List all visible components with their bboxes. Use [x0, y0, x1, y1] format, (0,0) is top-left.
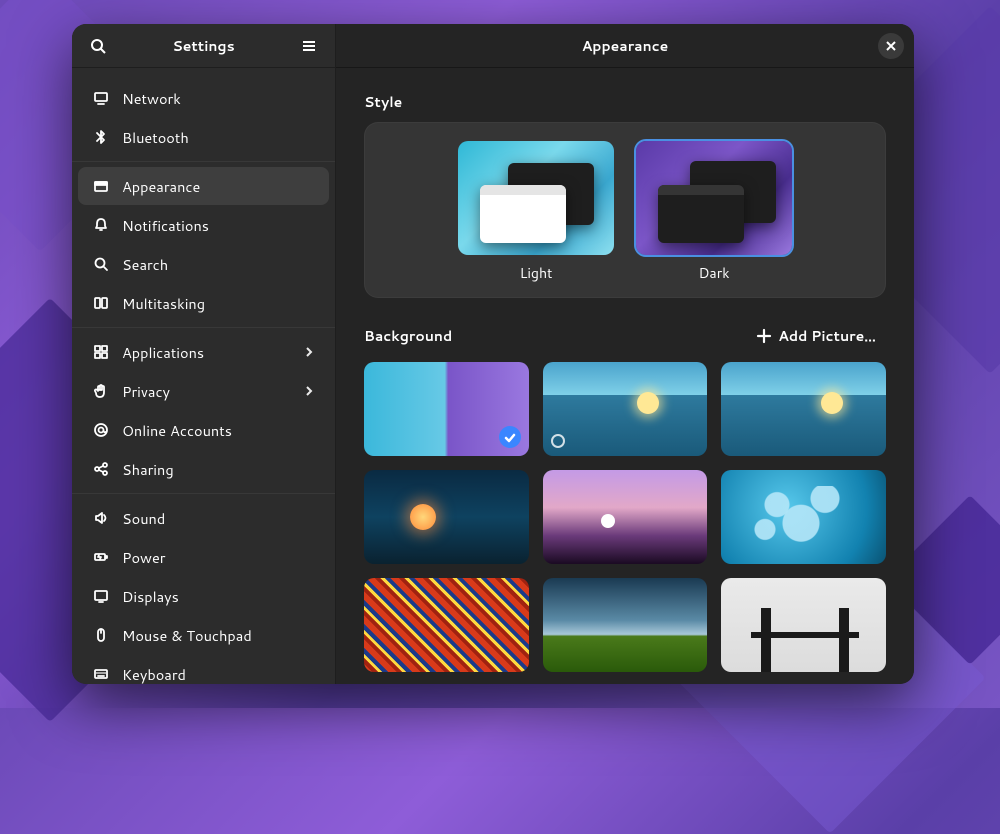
background-thumb-bg7[interactable] — [364, 578, 529, 672]
sidebar-item-sharing[interactable]: Sharing — [78, 450, 329, 488]
mouse-icon — [92, 627, 110, 643]
sidebar-item-label: Bluetooth — [122, 127, 315, 148]
check-icon — [503, 431, 517, 445]
sidebar-item-online[interactable]: Online Accounts — [78, 411, 329, 449]
sidebar: Settings Network Bluetooth Appearance Notif… — [72, 24, 336, 684]
style-option-dark[interactable]: Dark — [636, 141, 792, 283]
battery-icon — [92, 549, 110, 565]
sidebar-item-displays[interactable]: Displays — [78, 577, 329, 615]
background-header: Background Add Picture… — [364, 320, 886, 352]
plus-icon — [756, 328, 772, 344]
keyboard-icon — [92, 666, 110, 682]
background-thumb-bg1[interactable] — [364, 362, 529, 456]
background-thumb-bg9[interactable] — [721, 578, 886, 672]
sidebar-item-label: Appearance — [122, 176, 315, 197]
sidebar-item-label: Sharing — [122, 459, 315, 480]
bluetooth-icon — [92, 129, 110, 145]
sidebar-item-label: Displays — [122, 586, 315, 607]
sidebar-item-appearance[interactable]: Appearance — [78, 167, 329, 205]
bell-icon — [92, 217, 110, 233]
sidebar-item-label: Mouse & Touchpad — [122, 625, 315, 646]
style-option-light[interactable]: Light — [458, 141, 614, 283]
day-night-indicator-icon — [551, 434, 565, 448]
sidebar-item-keyboard[interactable]: Keyboard — [78, 655, 329, 684]
sidebar-item-label: Power — [122, 547, 315, 568]
grid-icon — [92, 344, 110, 360]
style-option-label: Light — [520, 263, 553, 283]
background-thumb-bg6[interactable] — [721, 470, 886, 564]
sidebar-item-label: Online Accounts — [122, 420, 315, 441]
hand-icon — [92, 383, 110, 399]
chevron-right-icon — [303, 385, 315, 397]
sidebar-item-multitasking[interactable]: Multitasking — [78, 284, 329, 322]
sidebar-item-label: Search — [122, 254, 315, 275]
sidebar-item-notifications[interactable]: Notifications — [78, 206, 329, 244]
add-picture-button[interactable]: Add Picture… — [746, 320, 886, 352]
background-grid — [364, 362, 886, 672]
sidebar-item-label: Notifications — [122, 215, 315, 236]
search-icon — [90, 38, 106, 54]
menu-button[interactable] — [295, 32, 323, 60]
sidebar-item-label: Multitasking — [122, 293, 315, 314]
sidebar-item-search[interactable]: Search — [78, 245, 329, 283]
main-pane: Appearance Style Light Dark Background Ad… — [336, 24, 914, 684]
monitor-icon — [92, 90, 110, 106]
main-body: Style Light Dark Background Add Picture… — [336, 68, 914, 684]
sidebar-item-privacy[interactable]: Privacy — [78, 372, 329, 410]
sidebar-title: Settings — [172, 36, 234, 56]
sidebar-item-bluetooth[interactable]: Bluetooth — [78, 118, 329, 156]
background-thumb-bg5[interactable] — [543, 470, 708, 564]
sidebar-header: Settings — [72, 24, 335, 68]
background-thumb-bg4[interactable] — [364, 470, 529, 564]
sidebar-item-label: Keyboard — [122, 664, 315, 685]
share-icon — [92, 461, 110, 477]
sidebar-item-label: Network — [122, 88, 315, 109]
sidebar-item-power[interactable]: Power — [78, 538, 329, 576]
main-header: Appearance — [336, 24, 914, 68]
chevron-right-icon — [303, 346, 315, 358]
background-heading: Background — [364, 326, 452, 346]
background-thumb-bg3[interactable] — [721, 362, 886, 456]
hamburger-icon — [301, 38, 317, 54]
style-option-label: Dark — [698, 263, 729, 283]
background-thumb-bg2[interactable] — [543, 362, 708, 456]
add-picture-label: Add Picture… — [778, 326, 876, 346]
background-thumb-bg8[interactable] — [543, 578, 708, 672]
close-button[interactable] — [878, 33, 904, 59]
sidebar-item-label: Applications — [122, 342, 291, 363]
sidebar-item-label: Sound — [122, 508, 315, 529]
sidebar-item-sound[interactable]: Sound — [78, 499, 329, 537]
sidebar-item-network[interactable]: Network — [78, 79, 329, 117]
sidebar-item-applications[interactable]: Applications — [78, 333, 329, 371]
style-thumb-dark — [636, 141, 792, 255]
at-icon — [92, 422, 110, 438]
sidebar-body: Network Bluetooth Appearance Notifications S… — [72, 68, 335, 684]
style-card: Light Dark — [364, 122, 886, 298]
style-thumb-light — [458, 141, 614, 255]
display-icon — [92, 588, 110, 604]
search-icon — [92, 256, 110, 272]
page-title: Appearance — [336, 36, 914, 56]
settings-window: Settings Network Bluetooth Appearance Notif… — [72, 24, 914, 684]
sidebar-item-label: Privacy — [122, 381, 291, 402]
palette-icon — [92, 178, 110, 194]
style-heading: Style — [364, 92, 886, 112]
speaker-icon — [92, 510, 110, 526]
search-button[interactable] — [84, 32, 112, 60]
stack-icon — [92, 295, 110, 311]
close-icon — [885, 40, 897, 52]
sidebar-item-mouse[interactable]: Mouse & Touchpad — [78, 616, 329, 654]
